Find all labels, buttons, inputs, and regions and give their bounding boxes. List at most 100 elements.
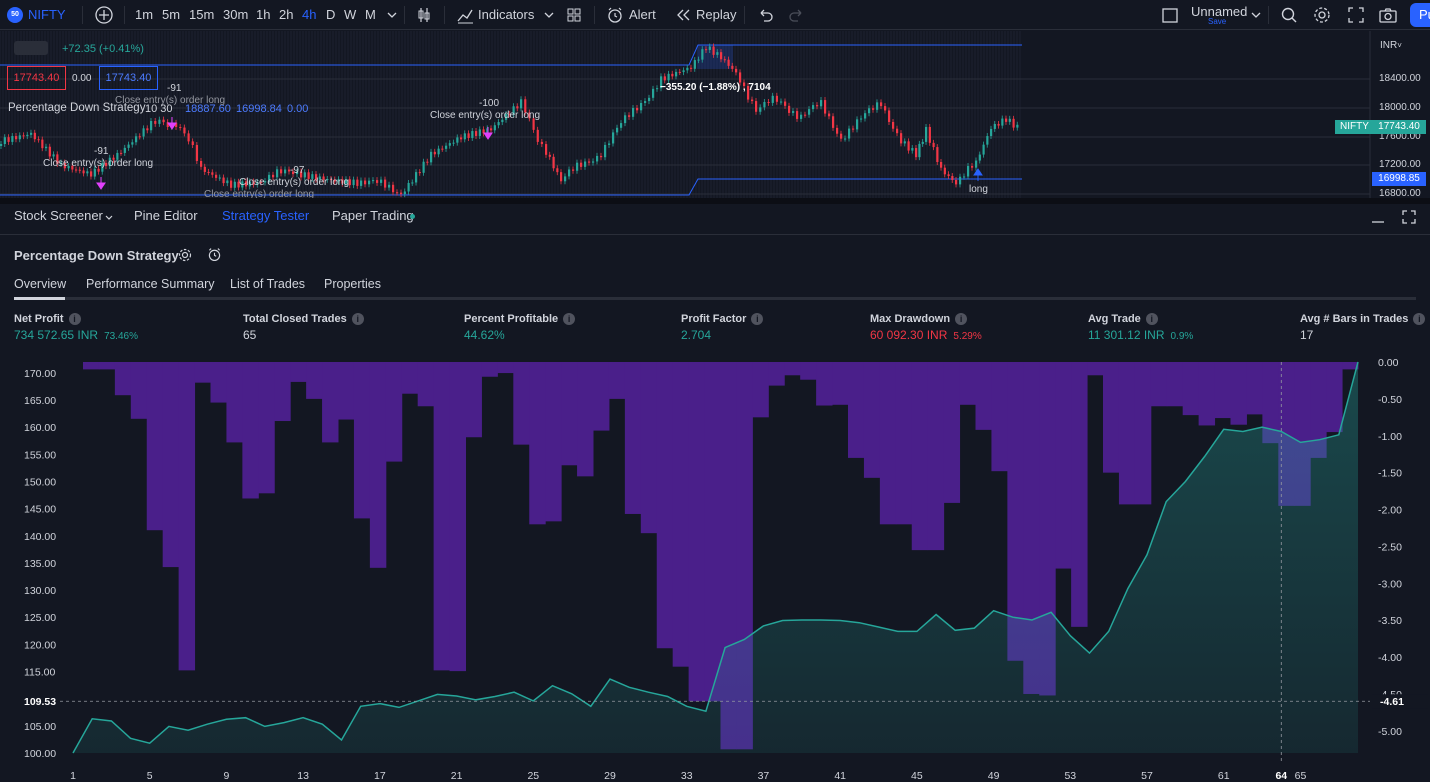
candle-body [951,176,954,180]
camera-icon[interactable] [1378,5,1398,25]
drawdown-bar [322,362,339,443]
tab-strategy-tester[interactable]: Strategy Tester [222,208,309,223]
candle-body [588,161,591,163]
chevron-down-icon[interactable] [382,5,402,25]
indicators-button[interactable]: Indicators [478,0,534,30]
candle-body [763,101,766,108]
interval-W[interactable]: W [344,0,356,30]
undo-icon[interactable] [755,5,775,25]
left-axis-tick: 160.00 [24,422,56,434]
replay-button[interactable]: Replay [696,0,736,30]
x-axis-tick: 13 [297,770,309,782]
interval-D[interactable]: D [326,0,335,30]
gear-icon[interactable] [177,247,193,263]
trade-annotation: long [969,184,988,195]
drawdown-bar [911,362,929,551]
interval-4h[interactable]: 4h [302,0,316,30]
x-axis-tick: 53 [1064,770,1076,782]
candle-body [131,142,134,145]
chevron-down-icon[interactable] [103,211,115,223]
info-icon[interactable]: i [563,313,576,325]
alert-clock-icon[interactable] [206,246,223,263]
candles-icon[interactable] [414,5,434,25]
candle-body [123,147,126,153]
sell-price-box[interactable]: 17743.40 [7,66,66,90]
info-icon[interactable]: i [955,313,968,325]
alert-clock-icon[interactable] [605,5,625,25]
interval-15m[interactable]: 15m [189,0,214,30]
tab-stock-screener[interactable]: Stock Screener [14,208,103,223]
gear-icon[interactable] [1312,5,1332,25]
buy-price-box[interactable]: 17743.40 [99,66,158,90]
x-axis-tick: 45 [911,770,923,782]
equity-drawdown-chart[interactable]: 170.00165.00160.00155.00150.00145.00140.… [0,352,1430,782]
info-icon[interactable]: i [1413,313,1426,325]
metric-avg-bars-label: Avg # Bars in Trades i [1300,313,1426,325]
chevron-down-icon[interactable] [539,5,559,25]
currency-selector[interactable]: INR˅ [1380,40,1402,51]
candle-body [179,126,182,128]
candle-body [135,136,138,143]
subtab-overview[interactable]: Overview [14,277,66,291]
candle-body [963,176,966,178]
candle-body [840,133,843,139]
redo-icon[interactable] [787,5,807,25]
divider [744,6,745,24]
drawdown-bar [927,362,945,551]
candle-body [33,132,36,140]
symbol-badge[interactable]: 50 [7,7,23,23]
interval-30m[interactable]: 30m [223,0,248,30]
interval-M[interactable]: M [365,0,376,30]
panel-header-border [0,234,1430,235]
candle-body [78,169,81,171]
alert-button[interactable]: Alert [629,0,656,30]
subtab-list-of-trades[interactable]: List of Trades [230,277,305,291]
candle-body [478,129,481,136]
drawdown-bar [242,362,259,499]
layout-square-icon[interactable] [1160,5,1180,25]
info-icon[interactable]: i [751,313,764,325]
panel-divider[interactable] [0,198,1430,204]
indicators-icon[interactable] [455,5,475,25]
interval-1h[interactable]: 1h [256,0,270,30]
x-axis-tick: 5 [147,770,153,782]
candle-body [86,171,89,174]
candle-body [767,101,770,103]
info-icon[interactable]: i [1145,313,1158,325]
add-symbol-icon[interactable] [94,5,114,25]
fullscreen-icon[interactable] [1346,5,1366,25]
chart-buttons[interactable] [14,41,48,55]
info-icon[interactable]: i [68,313,81,325]
drawdown-bar [879,362,897,525]
subtab-properties[interactable]: Properties [324,277,381,291]
replay-icon[interactable] [673,5,693,25]
maximize-icon[interactable] [1400,208,1418,226]
tab-paper-trading[interactable]: Paper Trading [332,208,414,223]
subtab-performance-summary[interactable]: Performance Summary [86,277,215,291]
left-axis-tick: 120.00 [24,639,56,651]
candle-body [759,107,762,112]
price-chart-pane[interactable]: +72.35 (+0.41%) 17743.40 0.00 17743.40 P… [0,31,1430,198]
tab-pine-editor[interactable]: Pine Editor [134,208,198,223]
drawdown-bar [401,362,419,394]
chevron-down-icon[interactable] [1246,5,1266,25]
candle-body [804,114,807,116]
search-icon[interactable] [1279,5,1299,25]
minimize-icon[interactable] [1369,208,1387,226]
candle-body [918,143,921,158]
candle-body [816,105,819,107]
info-icon[interactable]: i [351,313,364,325]
candle-body [959,176,962,185]
interval-2h[interactable]: 2h [279,0,293,30]
publish-button[interactable]: Pu [1410,3,1430,27]
layout-save-label[interactable]: Save [1208,17,1226,26]
interval-5m[interactable]: 5m [162,0,180,30]
candle-body [48,146,51,157]
drawdown-bar [1326,362,1343,433]
layout-grid-icon[interactable] [564,5,584,25]
metric-label-text: Percent Profitable [464,313,559,325]
symbol-name[interactable]: NIFTY [28,0,66,30]
interval-1m[interactable]: 1m [135,0,153,30]
candle-body [868,108,871,114]
left-axis-tick: 125.00 [24,612,56,624]
